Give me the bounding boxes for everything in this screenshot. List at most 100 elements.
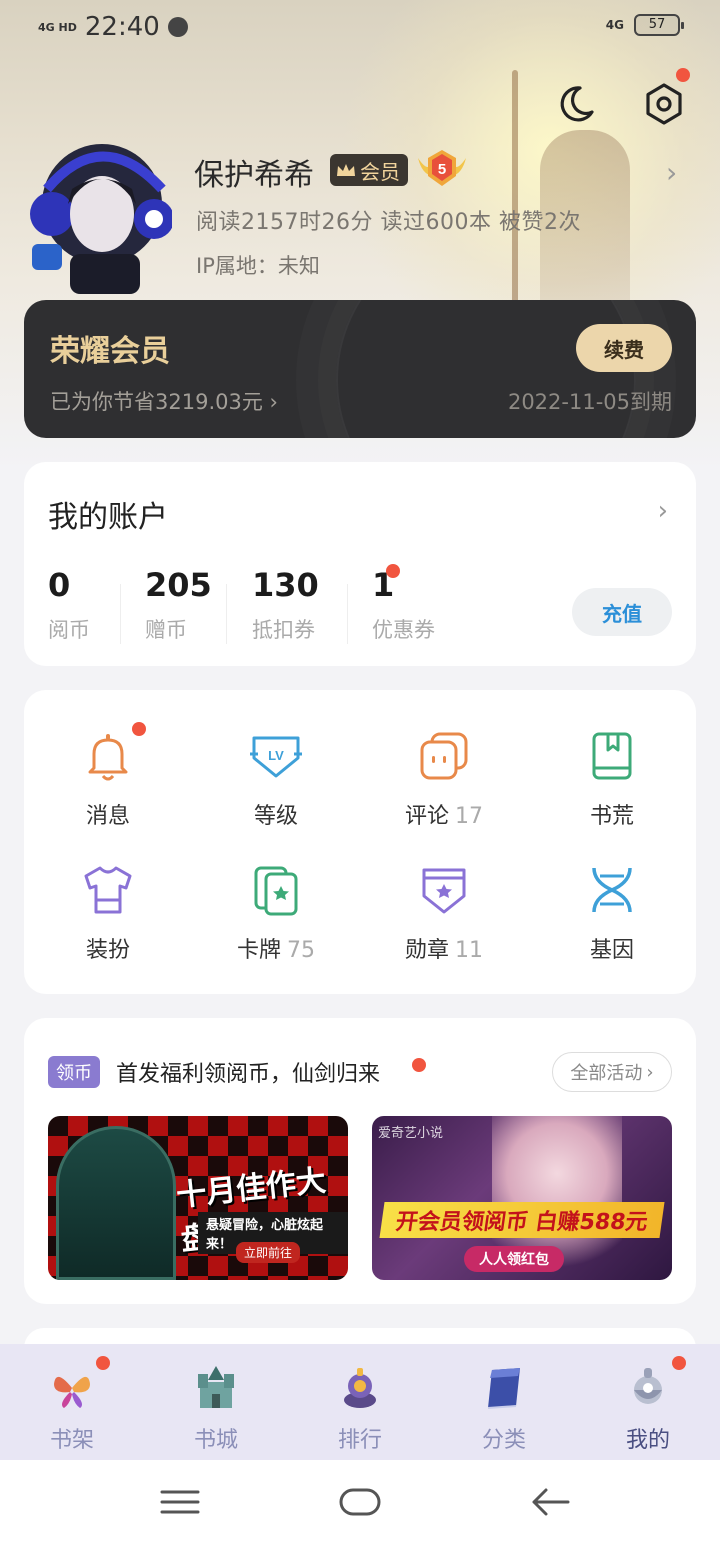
globe-icon: [167, 17, 188, 37]
avatar[interactable]: [22, 134, 172, 294]
dna-icon: [592, 867, 632, 913]
settings-notification-dot: [676, 68, 690, 82]
bottom-navigation: 书架 书城 排行 分类 我的: [0, 1344, 720, 1460]
account-label: 优惠券: [372, 618, 435, 642]
all-activities-button[interactable]: 全部活动 ›: [552, 1052, 672, 1092]
mine-icon: [634, 1368, 662, 1404]
user-name: 保护希希: [194, 158, 314, 193]
tshirt-icon: [84, 866, 132, 914]
banner-character-image: [56, 1126, 176, 1280]
grid-count: 75: [287, 938, 315, 963]
mine-notification-dot: [672, 1356, 686, 1370]
tab-bookstore[interactable]: 书城: [144, 1344, 288, 1460]
night-mode-moon-icon[interactable]: [554, 82, 598, 126]
nav-label: 书架: [49, 1428, 94, 1453]
medal-icon: [422, 868, 466, 914]
tab-ranking[interactable]: 排行: [288, 1344, 432, 1460]
reading-stats: 阅读2157时26分 读过600本 被赞2次: [196, 210, 581, 235]
banner-headline: 开会员领阅币 白赚588元: [379, 1202, 665, 1238]
account-item-vouchers[interactable]: 130 抵扣券: [252, 566, 319, 644]
activity-banner-october[interactable]: 十月佳作大盘点 悬疑冒险，心脏炫起来！ 立即前往: [48, 1116, 348, 1280]
profile-chevron-icon[interactable]: ›: [666, 156, 677, 189]
account-chevron-icon[interactable]: ›: [658, 496, 668, 526]
account-value: 130: [252, 566, 319, 604]
level-icon: LV: [250, 736, 302, 778]
recharge-button[interactable]: 充值: [572, 588, 672, 636]
ip-location: IP属地：未知: [196, 254, 320, 278]
level-number: 5: [438, 161, 446, 178]
renew-button[interactable]: 续费: [576, 324, 672, 372]
back-icon[interactable]: [528, 1482, 572, 1522]
coin-tag: 领币: [48, 1056, 100, 1088]
signal-indicator: 4G HD: [38, 20, 77, 34]
grid-label: 等级: [253, 804, 298, 829]
grid-item-level[interactable]: LV 等级: [192, 728, 360, 830]
coupon-notification-dot: [386, 564, 400, 578]
account-title[interactable]: 我的账户: [48, 492, 168, 536]
function-grid-card: 消息 LV 等级 评论 17 书荒 装扮 卡牌 75 勋章 11 基因: [24, 690, 696, 994]
grid-label: 消息: [85, 804, 130, 829]
all-activities-label: 全部活动: [570, 1063, 643, 1084]
bookshelf-notification-dot: [96, 1356, 110, 1370]
network-indicator: 4G: [605, 18, 624, 32]
divider: [347, 584, 348, 644]
nav-label: 排行: [337, 1428, 382, 1453]
chevron-right-icon: ›: [646, 1061, 654, 1083]
vip-title: 荣耀会员: [50, 334, 170, 369]
grid-label: 勋章: [404, 938, 449, 963]
status-time: 22:40: [84, 12, 160, 42]
activity-card: 领币 首发福利领阅币，仙剑归来 全部活动 › 十月佳作大盘点 悬疑冒险，心脏炫起…: [24, 1018, 696, 1304]
grid-count: 17: [455, 804, 483, 829]
home-icon[interactable]: [338, 1482, 382, 1522]
grid-item-genes[interactable]: 基因: [528, 862, 696, 964]
nav-label: 分类: [481, 1428, 526, 1453]
grid-item-messages[interactable]: 消息: [24, 728, 192, 830]
vip-member-badge: 会员: [330, 154, 408, 186]
svg-text:LV: LV: [268, 748, 284, 763]
account-label: 阅币: [48, 618, 90, 642]
account-item-gift-coins[interactable]: 205 赠币: [145, 566, 212, 644]
vip-expire-date: 2022-11-05到期: [507, 390, 672, 414]
ranking-icon: [344, 1368, 376, 1408]
grid-item-cards[interactable]: 卡牌 75: [192, 862, 360, 964]
grid-count: 11: [455, 938, 483, 963]
level-badge-icon: 5: [418, 150, 466, 186]
account-value: 1: [372, 566, 395, 604]
grid-label: 书荒: [589, 804, 634, 829]
menu-icon[interactable]: [158, 1482, 202, 1522]
activity-notification-dot: [412, 1058, 426, 1072]
tab-mine[interactable]: 我的: [576, 1344, 720, 1460]
grid-item-medals[interactable]: 勋章 11: [360, 862, 528, 964]
grid-label: 装扮: [85, 938, 130, 963]
messages-notification-dot: [132, 722, 146, 736]
account-item-read-coins[interactable]: 0 阅币: [48, 566, 90, 644]
account-item-coupons[interactable]: 1 优惠券: [372, 566, 435, 644]
tab-category[interactable]: 分类: [432, 1344, 576, 1460]
comment-icon: [420, 732, 468, 780]
activity-banner-vip-coins[interactable]: 爱奇艺小说 开会员领阅币 白赚588元 人人领红包: [372, 1116, 672, 1280]
banner-cta: 立即前往: [236, 1242, 301, 1263]
vip-savings-link[interactable]: 已为你节省3219.03元 ›: [50, 386, 278, 416]
grid-item-comments[interactable]: 评论 17: [360, 728, 528, 830]
status-bar: 4G HD 22:40 4G 57: [0, 0, 720, 56]
banner-cta: 人人领红包: [464, 1246, 564, 1272]
system-navigation-bar: [0, 1460, 720, 1544]
grid-label: 评论: [404, 804, 449, 829]
settings-gear-icon[interactable]: [642, 82, 686, 126]
account-label: 抵扣券: [252, 618, 315, 642]
account-value: 205: [145, 566, 212, 604]
divider: [120, 584, 121, 644]
vip-badge-label: 会员: [360, 159, 400, 184]
activity-title[interactable]: 首发福利领阅币，仙剑归来: [116, 1056, 380, 1088]
account-card: 我的账户 › 0 阅币 205 赠币 130 抵扣券 1 优惠券 充值: [24, 462, 696, 666]
grid-item-dress-up[interactable]: 装扮: [24, 862, 192, 964]
bookmark-book-icon: [592, 732, 632, 780]
nav-label: 我的: [625, 1428, 670, 1453]
grid-label: 卡牌: [236, 938, 281, 963]
vip-membership-card[interactable]: 荣耀会员 已为你节省3219.03元 › 续费 2022-11-05到期: [24, 300, 696, 438]
grid-item-book-shortage[interactable]: 书荒: [528, 728, 696, 830]
tab-bookshelf[interactable]: 书架: [0, 1344, 144, 1460]
crown-icon: [337, 164, 355, 176]
bookstore-castle-icon: [198, 1366, 234, 1408]
category-book-icon: [487, 1368, 520, 1409]
